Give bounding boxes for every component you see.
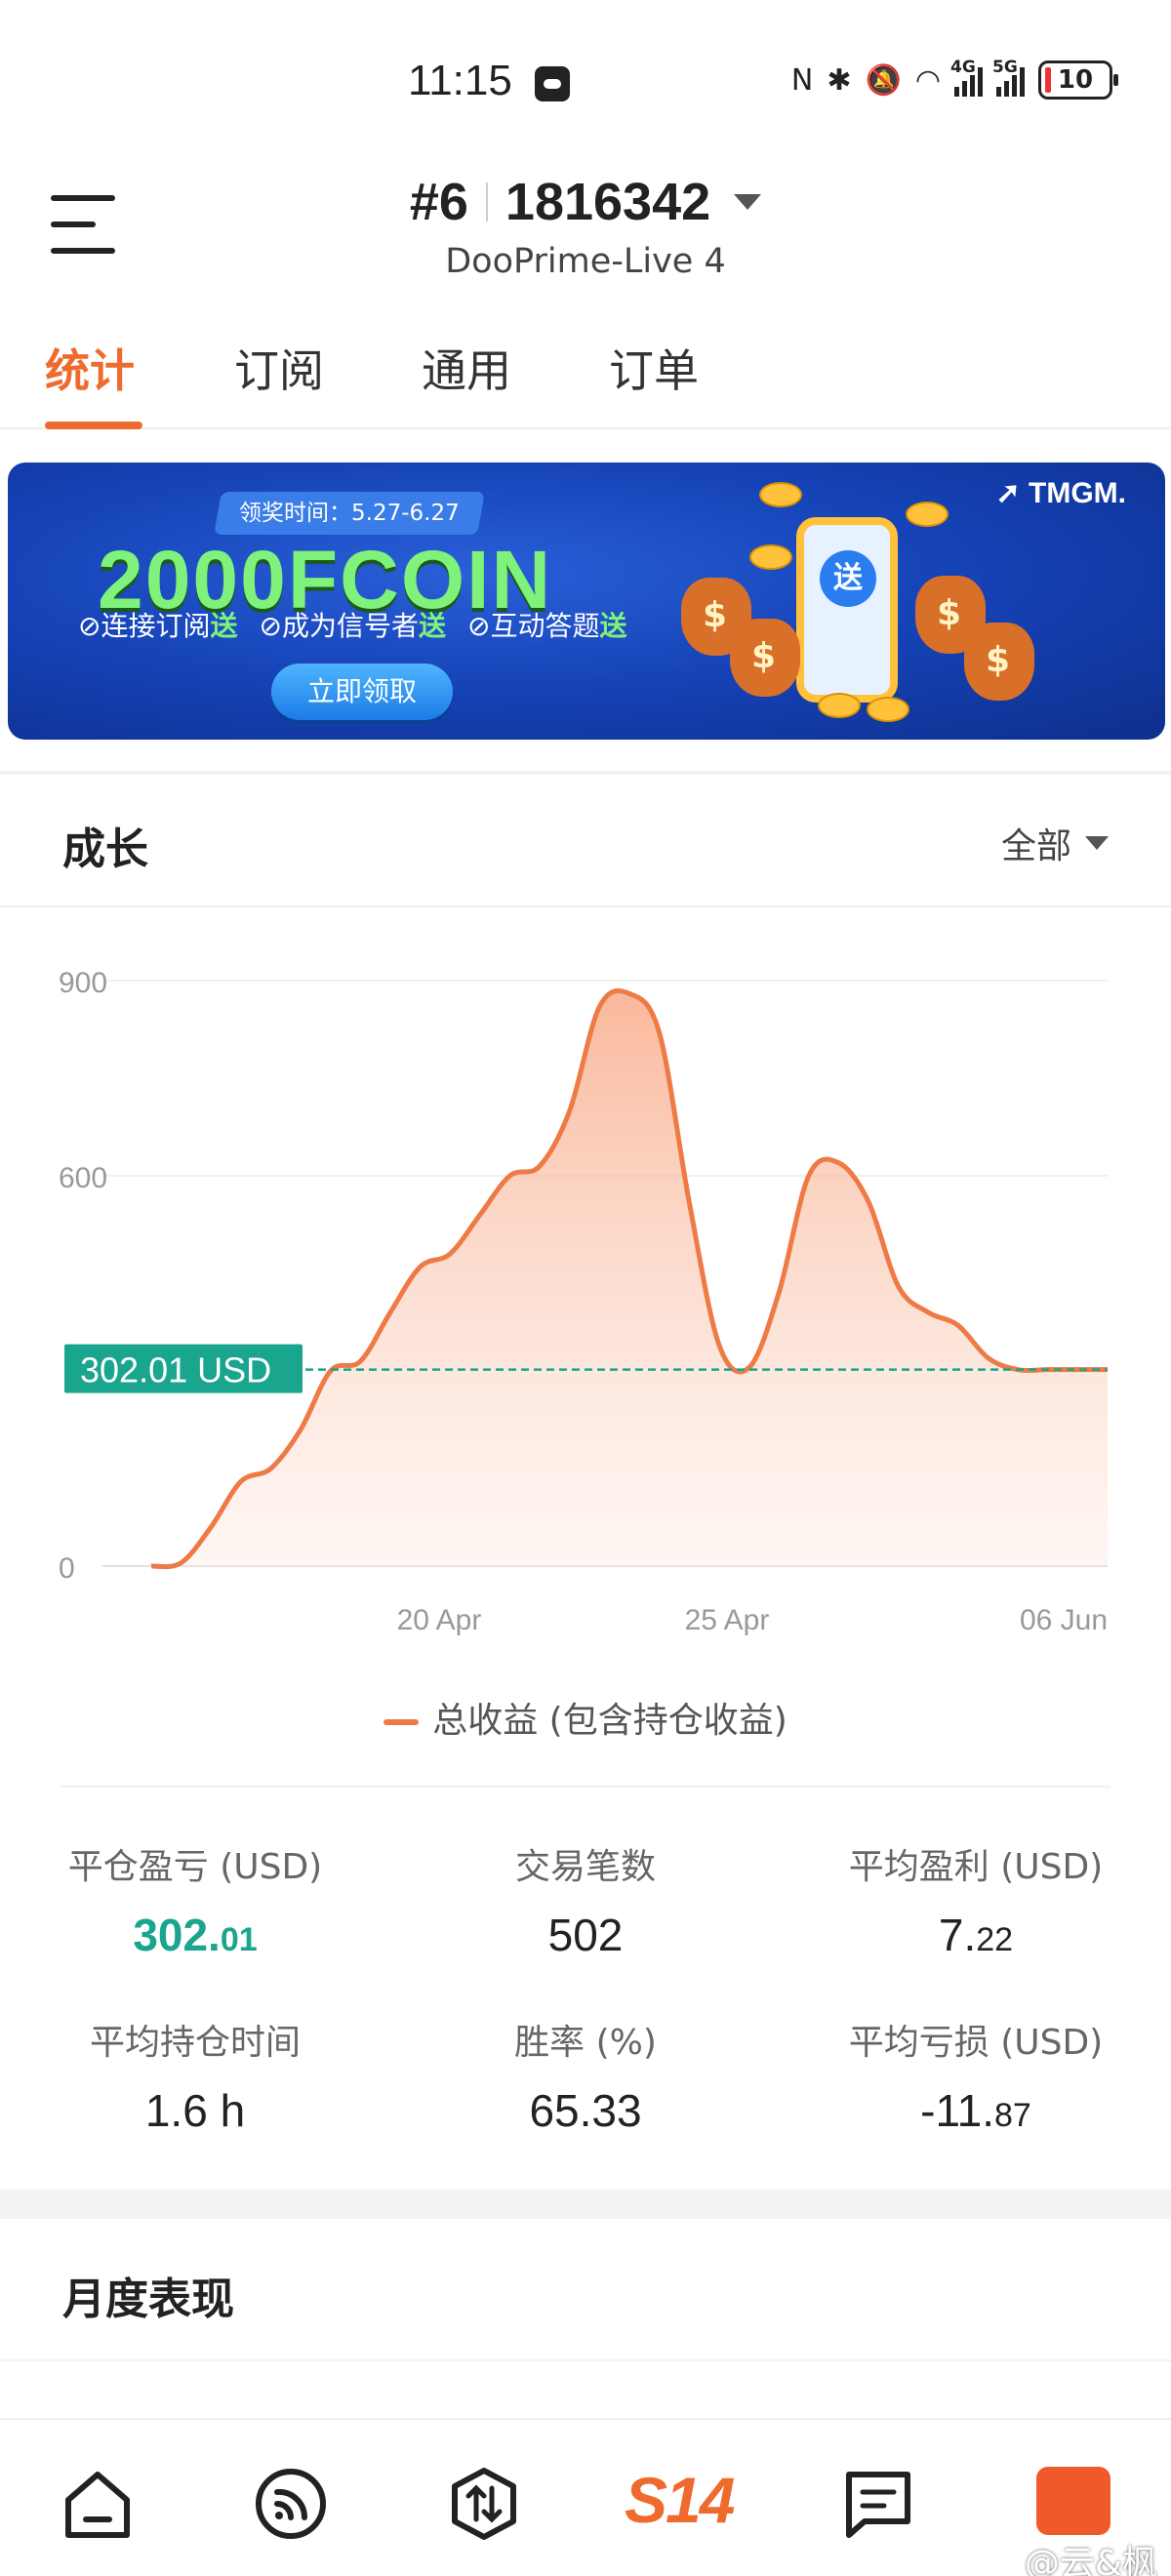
account-number: 1816342	[505, 173, 711, 231]
watermark: @云&枫	[1024, 2544, 1157, 2576]
divider	[0, 906, 1171, 907]
bottom-nav: S14	[0, 2418, 1171, 2576]
stat-value: 502	[547, 1910, 624, 1960]
messages-icon[interactable]	[839, 2465, 917, 2543]
stat-value: 7.22	[938, 1910, 1014, 1960]
banner-perks: ⊘连接订阅送 ⊘成为信号者送 ⊘互动答题送	[78, 605, 627, 644]
coin-icon	[906, 502, 949, 527]
divider	[485, 182, 488, 221]
x-tick-label: 06 Jun	[1020, 1604, 1108, 1636]
promo-banner[interactable]: 领奖时间：5.27-6.27 2000FCOIN ⊘连接订阅送 ⊘成为信号者送 …	[8, 463, 1165, 740]
phone-illustration: 送	[796, 517, 898, 703]
y-tick-label: 0	[59, 1552, 75, 1585]
stat-avg-profit: 平均盈利 (USD) 7.22	[781, 1838, 1171, 1961]
growth-chart[interactable]: 0 600 900 20 Apr 25 Apr 06 Jun 302.01 USD	[0, 937, 1171, 1659]
tab-subscribe[interactable]: 订阅	[234, 336, 324, 400]
stat-avg-loss: 平均亏损 (USD) -11.87	[781, 2014, 1171, 2137]
range-filter-label: 全部	[1000, 826, 1071, 866]
tab-bar: 统计 订阅 通用 订单	[0, 332, 1171, 429]
x-tick-label: 25 Apr	[685, 1604, 770, 1636]
tab-orders[interactable]: 订单	[609, 336, 699, 400]
coin-icon	[749, 544, 792, 570]
growth-chart-svg: 0 600 900 20 Apr 25 Apr 06 Jun 302.01 USD	[59, 967, 1108, 1636]
stat-trade-count: 交易笔数 502	[390, 1838, 781, 1961]
status-time: 11:15	[408, 57, 512, 104]
perk-item: ⊘成为信号者送	[259, 610, 447, 642]
monthly-title: 月度表现	[62, 2274, 234, 2324]
nfc-icon: N	[790, 62, 814, 98]
divider	[0, 2359, 1171, 2361]
bluetooth-icon: ✱	[827, 62, 852, 98]
battery-level: 10	[1057, 65, 1094, 95]
legend-swatch	[384, 1719, 420, 1725]
stat-closed-pnl: 平仓盈亏 (USD) 302.01	[0, 1838, 390, 1961]
stat-win-rate: 胜率 (%) 65.33	[390, 2014, 781, 2137]
chart-legend: 总收益 (包含持仓收益)	[0, 1692, 1171, 1743]
growth-title: 成长	[62, 825, 148, 874]
current-value-marker: 302.01 USD	[64, 1344, 303, 1393]
claim-button[interactable]: 立即领取	[271, 664, 453, 720]
coin-icon	[759, 482, 802, 507]
account-selector[interactable]: #6 1816342 DooPrime-Live 4	[0, 172, 1171, 281]
stat-label: 胜率 (%)	[514, 2023, 657, 2063]
coin-icon	[818, 693, 861, 718]
home-icon[interactable]	[59, 2465, 137, 2543]
stat-label: 平仓盈亏 (USD)	[67, 1847, 323, 1887]
stat-value: 302.01	[133, 1910, 258, 1960]
series-area	[151, 990, 1108, 1567]
status-icons: N ✱ 🔕 ◠ 4G 5G 10	[790, 58, 1118, 100]
trade-icon[interactable]	[445, 2465, 523, 2543]
stat-label: 平均持仓时间	[89, 2023, 301, 2063]
send-badge-icon: 送	[820, 550, 876, 607]
money-bag-icon	[964, 623, 1034, 701]
stat-value: -11.87	[920, 2085, 1031, 2136]
section-gap	[0, 2190, 1171, 2219]
range-filter-dropdown[interactable]: 全部	[1001, 818, 1109, 868]
legend-label: 总收益 (包含持仓收益)	[432, 1701, 787, 1741]
mute-bell-icon: 🔕	[865, 62, 902, 98]
stat-avg-hold-time: 平均持仓时间 1.6 h	[0, 2014, 390, 2137]
perk-item: ⊘互动答题送	[467, 610, 627, 642]
coin-icon	[867, 697, 909, 722]
stat-label: 平均盈利 (USD)	[848, 1847, 1104, 1887]
wifi-icon: ◠	[914, 62, 941, 98]
status-bar: 11:15 N ✱ 🔕 ◠ 4G 5G 10	[0, 0, 1171, 146]
money-bag-icon	[730, 619, 800, 697]
divider	[0, 771, 1171, 775]
news-icon[interactable]	[1036, 2467, 1110, 2535]
battery-icon: 10	[1038, 60, 1118, 100]
x-tick-label: 20 Apr	[397, 1604, 482, 1636]
s14-event-button[interactable]: S14	[625, 2463, 735, 2537]
active-tab-indicator	[45, 422, 142, 429]
tmgm-logo: ➚ TMGM.	[995, 477, 1126, 509]
stat-value: 65.33	[529, 2085, 642, 2136]
y-tick-label: 600	[59, 1162, 107, 1194]
server-name: DooPrime-Live 4	[445, 242, 726, 281]
divider	[61, 1786, 1110, 1788]
account-prefix: #6	[409, 173, 468, 231]
tab-statistics[interactable]: 统计	[45, 336, 135, 400]
caret-down-icon	[734, 194, 762, 210]
signal-feed-icon[interactable]	[252, 2465, 330, 2543]
signal-4g-icon: 4G	[950, 58, 983, 97]
current-value-label: 302.01 USD	[80, 1350, 271, 1390]
caret-down-icon	[1085, 836, 1109, 850]
chat-notification-icon	[535, 66, 570, 101]
tab-general[interactable]: 通用	[422, 336, 511, 400]
banner-date-pill: 领奖时间：5.27-6.27	[214, 492, 485, 535]
y-tick-label: 900	[59, 967, 107, 999]
stat-label: 交易笔数	[514, 1847, 656, 1887]
stat-value: 1.6 h	[144, 2085, 246, 2136]
perk-item: ⊘连接订阅送	[78, 610, 238, 642]
signal-5g-icon: 5G	[992, 58, 1025, 97]
stat-label: 平均亏损 (USD)	[848, 2023, 1104, 2063]
